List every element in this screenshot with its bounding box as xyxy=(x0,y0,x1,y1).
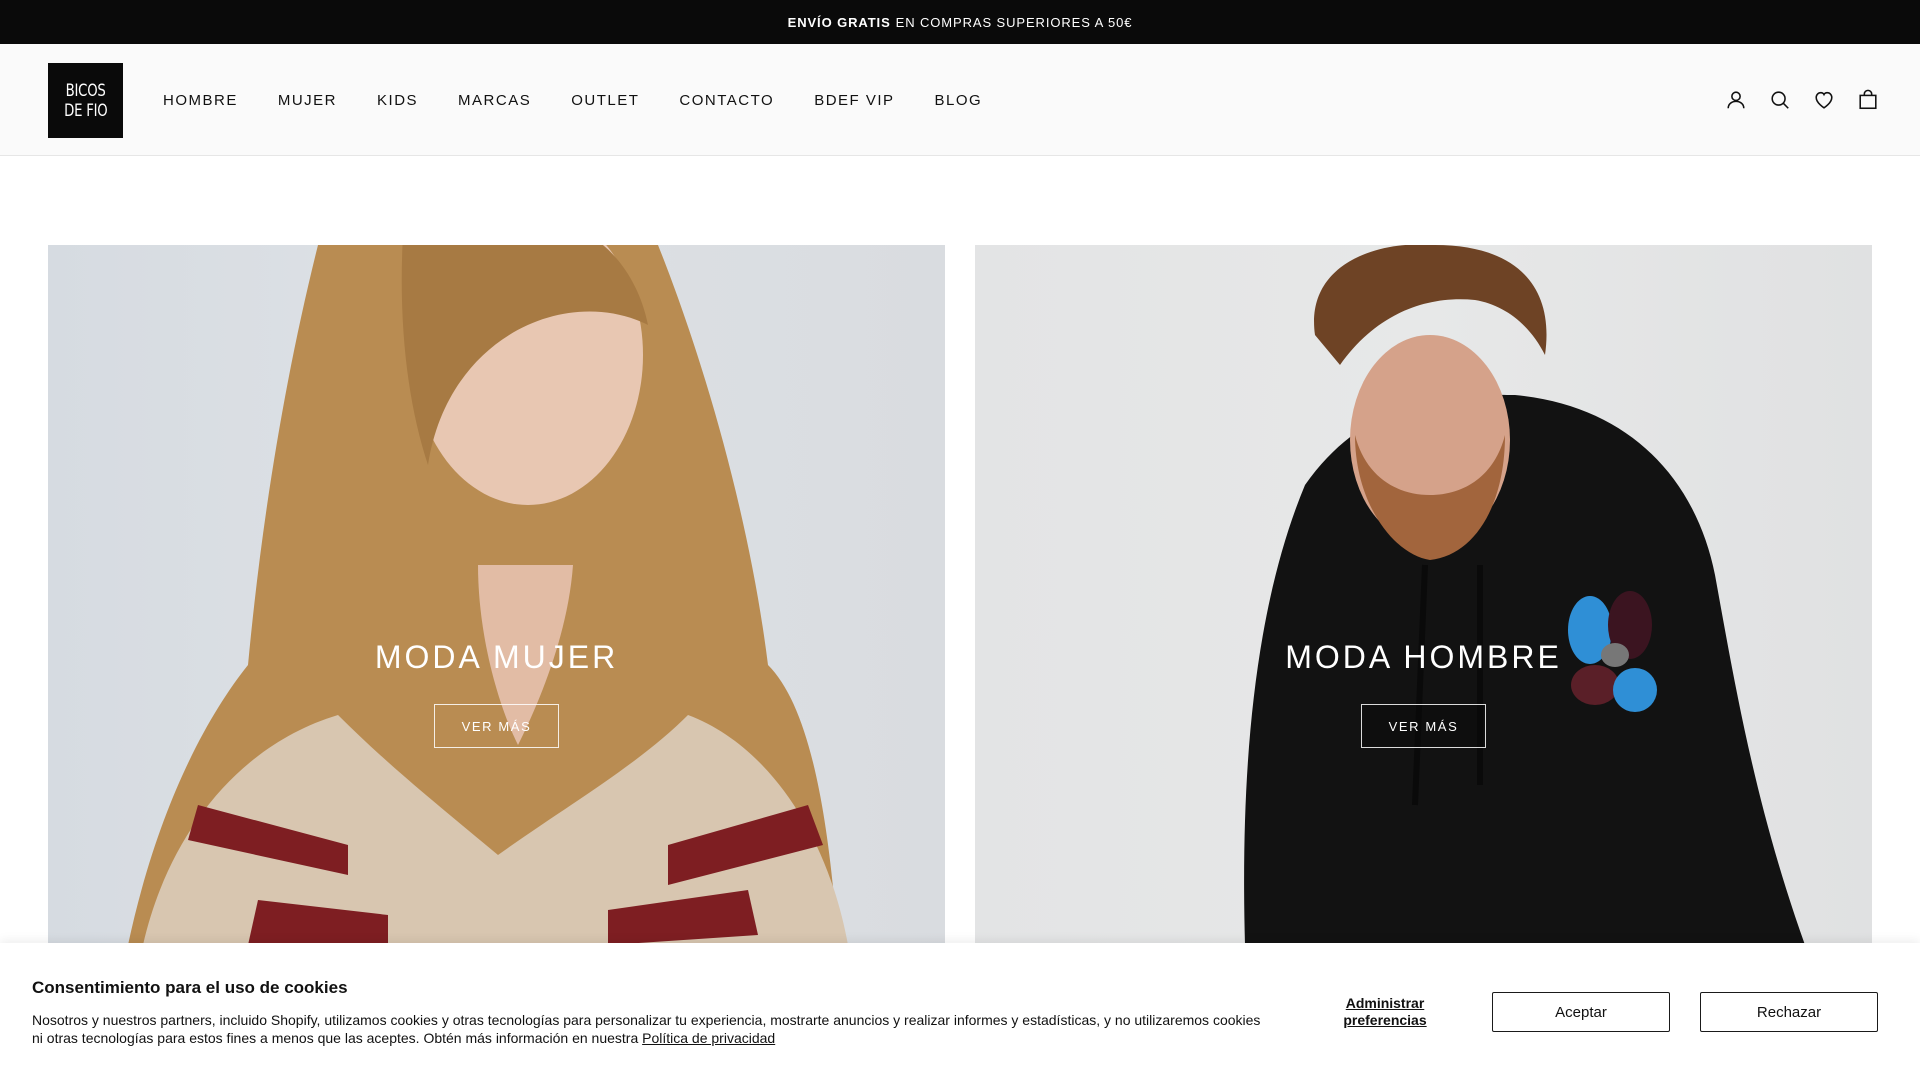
nav-item-outlet[interactable]: OUTLET xyxy=(571,92,639,109)
nav-item-kids[interactable]: KIDS xyxy=(377,92,418,109)
search-icon[interactable] xyxy=(1768,88,1792,112)
cookie-banner: Consentimiento para el uso de cookies No… xyxy=(0,943,1920,1080)
cookie-title: Consentimiento para el uso de cookies xyxy=(32,978,348,997)
account-icon[interactable] xyxy=(1724,88,1748,112)
accept-cookies-button[interactable]: Aceptar xyxy=(1492,992,1670,1032)
nav-item-bdef-vip[interactable]: BDEF VIP xyxy=(814,92,894,109)
logo-line-1: BICOS xyxy=(65,80,106,101)
announcement-bold: ENVÍO GRATIS xyxy=(787,14,891,30)
main-nav: HOMBRE MUJER KIDS MARCAS OUTLET CONTACTO… xyxy=(163,44,1022,156)
brand-logo[interactable]: BICOS DE FIO xyxy=(48,63,123,138)
nav-item-marcas[interactable]: MARCAS xyxy=(458,92,531,109)
hero-women[interactable]: MODA MUJER VER MÁS xyxy=(48,245,945,945)
bag-icon[interactable] xyxy=(1856,88,1880,112)
nav-item-hombre[interactable]: HOMBRE xyxy=(163,92,238,109)
hero-men-content: MODA HOMBRE VER MÁS xyxy=(975,639,1872,748)
hero-women-image xyxy=(128,245,848,945)
header-actions xyxy=(1704,44,1880,156)
announcement-text: EN COMPRAS SUPERIORES A 50€ xyxy=(895,14,1133,30)
announcement-bar: ENVÍO GRATIS EN COMPRAS SUPERIORES A 50€ xyxy=(0,0,1920,44)
nav-item-blog[interactable]: BLOG xyxy=(935,92,983,109)
privacy-policy-link[interactable]: Política de privacidad xyxy=(642,1030,775,1046)
hero-men-image xyxy=(1244,245,1805,945)
heart-icon[interactable] xyxy=(1812,88,1836,112)
cookie-description: Nosotros y nuestros partners, incluido S… xyxy=(32,1011,1262,1047)
nav-item-mujer[interactable]: MUJER xyxy=(278,92,337,109)
reject-cookies-button[interactable]: Rechazar xyxy=(1700,992,1878,1032)
hero-men[interactable]: MODA HOMBRE VER MÁS xyxy=(975,245,1872,945)
nav-item-contacto[interactable]: CONTACTO xyxy=(679,92,774,109)
hero-women-button[interactable]: VER MÁS xyxy=(434,704,559,748)
hero-women-content: MODA MUJER VER MÁS xyxy=(48,639,945,748)
logo-line-2: DE FIO xyxy=(63,100,108,121)
hero-men-title: MODA HOMBRE xyxy=(1285,639,1562,675)
site-header: BICOS DE FIO HOMBRE MUJER KIDS MARCAS OU… xyxy=(0,44,1920,156)
manage-preferences-link[interactable]: Administrar preferencias xyxy=(1330,995,1440,1029)
hero-men-button[interactable]: VER MÁS xyxy=(1361,704,1486,748)
hero-women-title: MODA MUJER xyxy=(374,639,619,675)
